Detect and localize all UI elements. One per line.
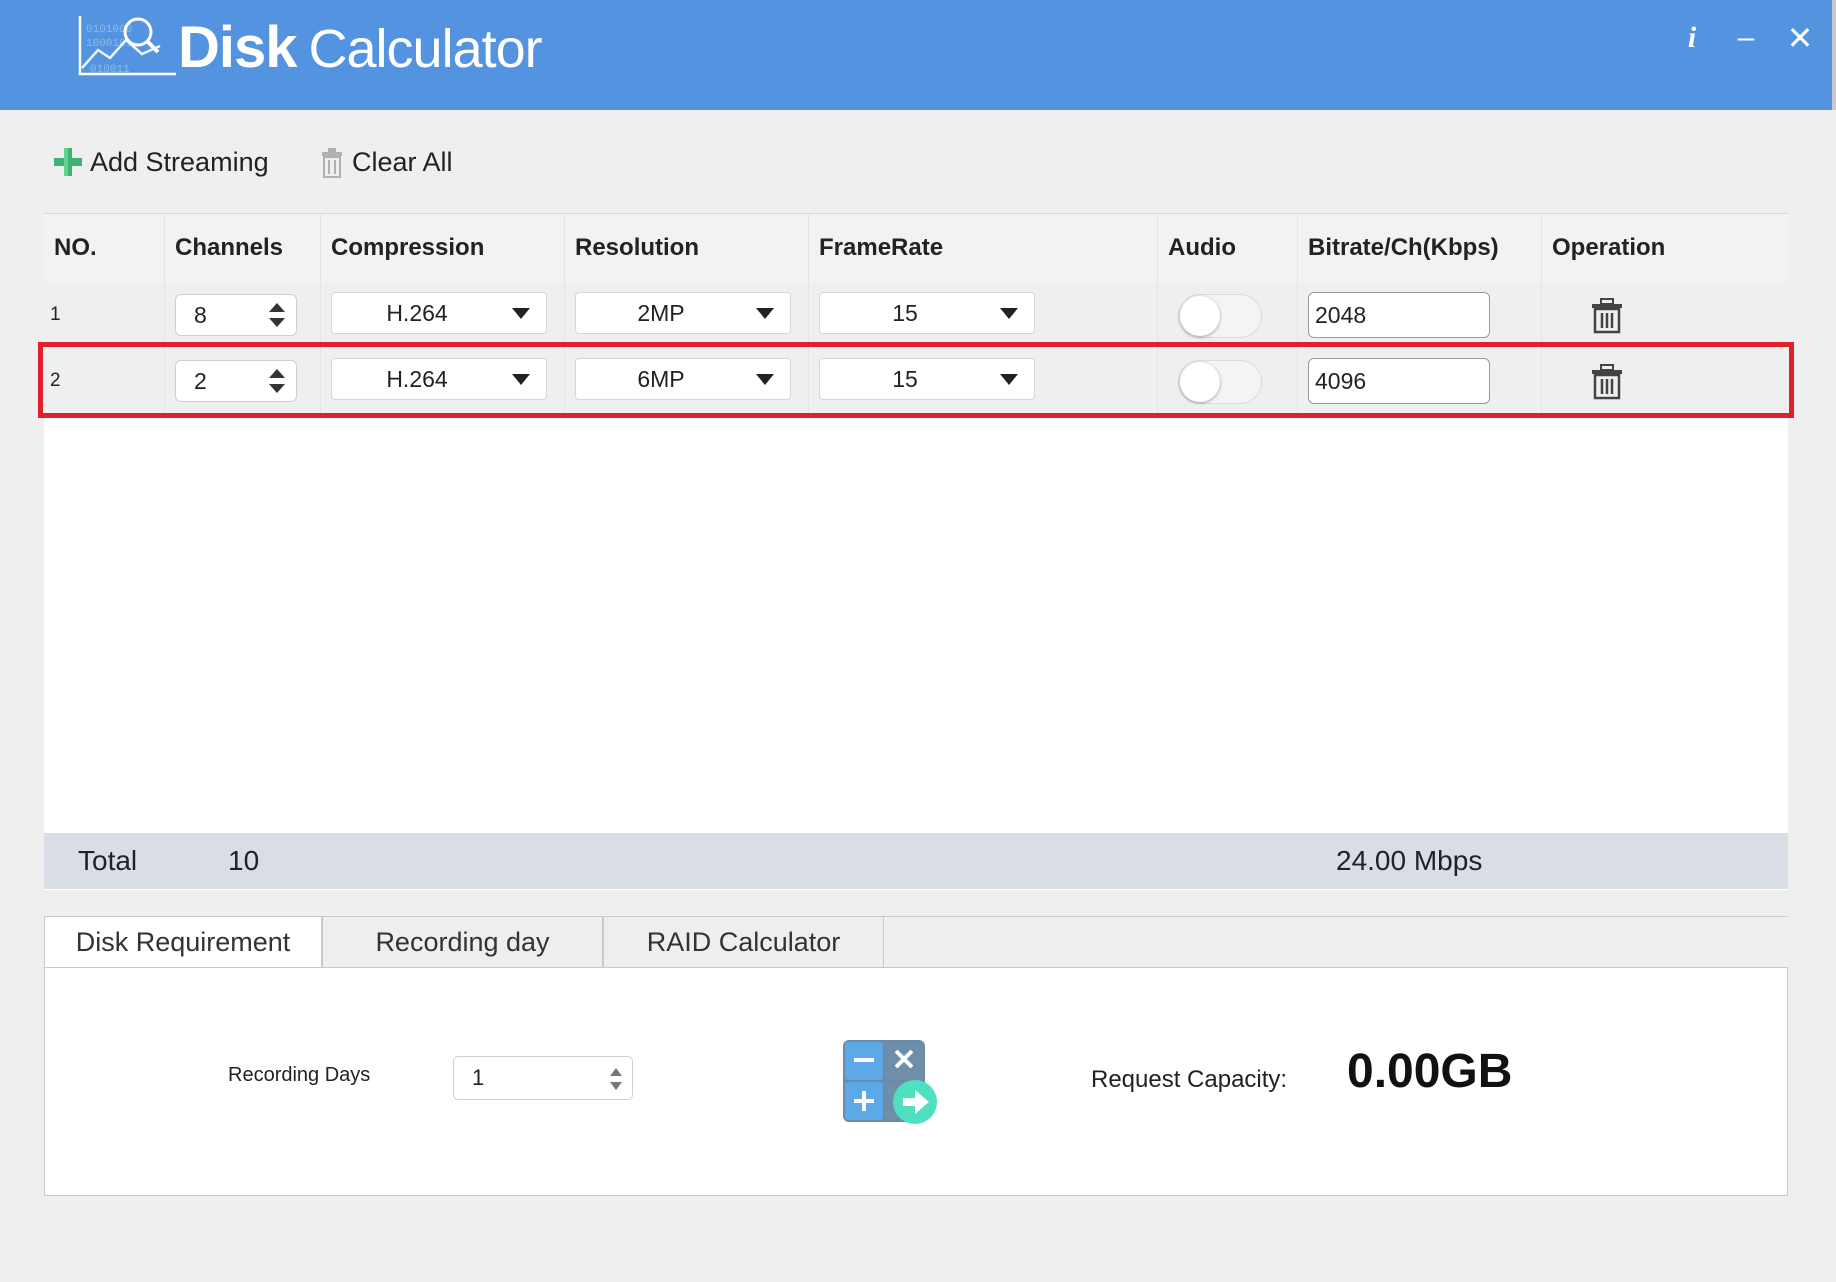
total-bar: Total 10 24.00 Mbps <box>44 833 1788 889</box>
app-title-light: Calculator <box>308 19 543 79</box>
row-number: 1 <box>44 282 165 348</box>
info-button[interactable]: i <box>1674 20 1710 56</box>
toggle-knob <box>1180 362 1220 402</box>
svg-text:0101000: 0101000 <box>86 24 132 36</box>
channels-cell: 8 <box>165 282 321 348</box>
chevron-down-icon <box>1000 308 1018 319</box>
logo-chart-icon: 0101000 1000101 010011 <box>78 16 176 76</box>
audio-cell <box>1158 282 1298 348</box>
chevron-down-icon <box>1000 374 1018 385</box>
header-resolution: Resolution <box>565 214 809 282</box>
disk-requirement-panel: Recording Days 1 Request Capacity: 0.00G… <box>44 967 1788 1196</box>
chevron-down-icon <box>512 374 530 385</box>
resolution-value: 2MP <box>637 300 685 326</box>
bitrate-cell <box>1298 348 1542 414</box>
recording-days-value: 1 <box>472 1065 485 1090</box>
channels-cell: 2 <box>165 348 321 414</box>
request-capacity-value: 0.00GB <box>1347 1045 1513 1098</box>
header-compression: Compression <box>321 214 565 282</box>
total-bandwidth: 24.00 Mbps <box>1336 845 1483 876</box>
total-label: Total <box>78 845 138 876</box>
audio-toggle[interactable] <box>1178 294 1262 338</box>
compression-dropdown[interactable]: H.264 <box>331 358 547 400</box>
tab-raid-calculator[interactable]: RAID Calculator <box>603 916 884 968</box>
chevron-down-icon <box>756 374 774 385</box>
minimize-button[interactable]: – <box>1728 20 1764 56</box>
chevron-down-icon <box>512 308 530 319</box>
svg-text:1000101: 1000101 <box>86 38 133 50</box>
tab-disk-requirement[interactable]: Disk Requirement <box>44 916 322 969</box>
recording-days-stepper[interactable]: 1 <box>453 1056 633 1100</box>
resolution-dropdown[interactable]: 6MP <box>575 358 791 400</box>
stepper-arrows-icon[interactable] <box>608 1065 624 1093</box>
plus-icon <box>54 148 82 176</box>
toggle-knob <box>1180 296 1220 336</box>
audio-cell <box>1158 348 1298 414</box>
header-no: NO. <box>44 214 165 282</box>
compression-cell: H.264 <box>321 282 565 348</box>
framerate-cell: 15 <box>809 348 1158 414</box>
framerate-dropdown[interactable]: 15 <box>819 292 1035 334</box>
total-channels: 10 <box>228 845 260 876</box>
compression-dropdown[interactable]: H.264 <box>331 292 547 334</box>
delete-row-trash-icon[interactable] <box>1590 364 1624 400</box>
channels-stepper[interactable]: 8 <box>175 294 297 336</box>
compression-value: H.264 <box>386 366 448 392</box>
channels-value: 8 <box>194 302 207 328</box>
table-row: 2 2 H.264 6MP 15 <box>44 348 1788 414</box>
clear-all-button[interactable]: Clear All <box>320 140 453 184</box>
tab-recording-day[interactable]: Recording day <box>322 916 603 968</box>
clear-all-label: Clear All <box>352 146 453 177</box>
bitrate-input[interactable] <box>1308 292 1490 338</box>
header-bitrate: Bitrate/Ch(Kbps) <box>1298 214 1542 282</box>
header-channels: Channels <box>165 214 321 282</box>
header-audio: Audio <box>1158 214 1298 282</box>
calculator-icon[interactable] <box>841 1038 941 1124</box>
framerate-value: 15 <box>892 300 918 326</box>
channels-stepper[interactable]: 2 <box>175 360 297 402</box>
title-bar: 0101000 1000101 010011 Disk Calculator i … <box>0 0 1836 110</box>
stepper-arrows-icon[interactable] <box>268 367 286 395</box>
add-streaming-label: Add Streaming <box>90 146 269 177</box>
delete-row-trash-icon[interactable] <box>1590 298 1624 334</box>
operation-cell <box>1542 282 1788 348</box>
channels-value: 2 <box>194 368 207 394</box>
resolution-cell: 6MP <box>565 348 809 414</box>
resolution-cell: 2MP <box>565 282 809 348</box>
compression-cell: H.264 <box>321 348 565 414</box>
recording-days-label: Recording Days <box>228 1064 371 1086</box>
svg-text:010011: 010011 <box>90 64 130 76</box>
add-streaming-button[interactable]: Add Streaming <box>54 140 269 184</box>
compression-value: H.264 <box>386 300 448 326</box>
chevron-down-icon <box>756 308 774 319</box>
streaming-table: NO. Channels Compression Resolution Fram… <box>44 213 1788 890</box>
framerate-dropdown[interactable]: 15 <box>819 358 1035 400</box>
close-button[interactable]: ✕ <box>1782 20 1818 56</box>
resolution-dropdown[interactable]: 2MP <box>575 292 791 334</box>
resolution-value: 6MP <box>637 366 685 392</box>
request-capacity-label: Request Capacity: <box>1091 1066 1288 1093</box>
stepper-arrows-icon[interactable] <box>268 301 286 329</box>
app-title-bold: Disk <box>178 15 298 80</box>
bitrate-cell <box>1298 282 1542 348</box>
operation-cell <box>1542 348 1788 414</box>
table-row: 1 8 H.264 2MP 15 <box>44 282 1788 348</box>
header-operation: Operation <box>1552 234 1666 261</box>
table-header: NO. Channels Compression Resolution Fram… <box>44 214 1788 283</box>
audio-toggle[interactable] <box>1178 360 1262 404</box>
app-title: Disk Calculator <box>178 14 543 81</box>
trash-icon <box>322 148 342 178</box>
framerate-cell: 15 <box>809 282 1158 348</box>
bitrate-input[interactable] <box>1308 358 1490 404</box>
header-framerate: FrameRate <box>809 214 1158 282</box>
framerate-value: 15 <box>892 366 918 392</box>
row-number: 2 <box>44 348 165 414</box>
